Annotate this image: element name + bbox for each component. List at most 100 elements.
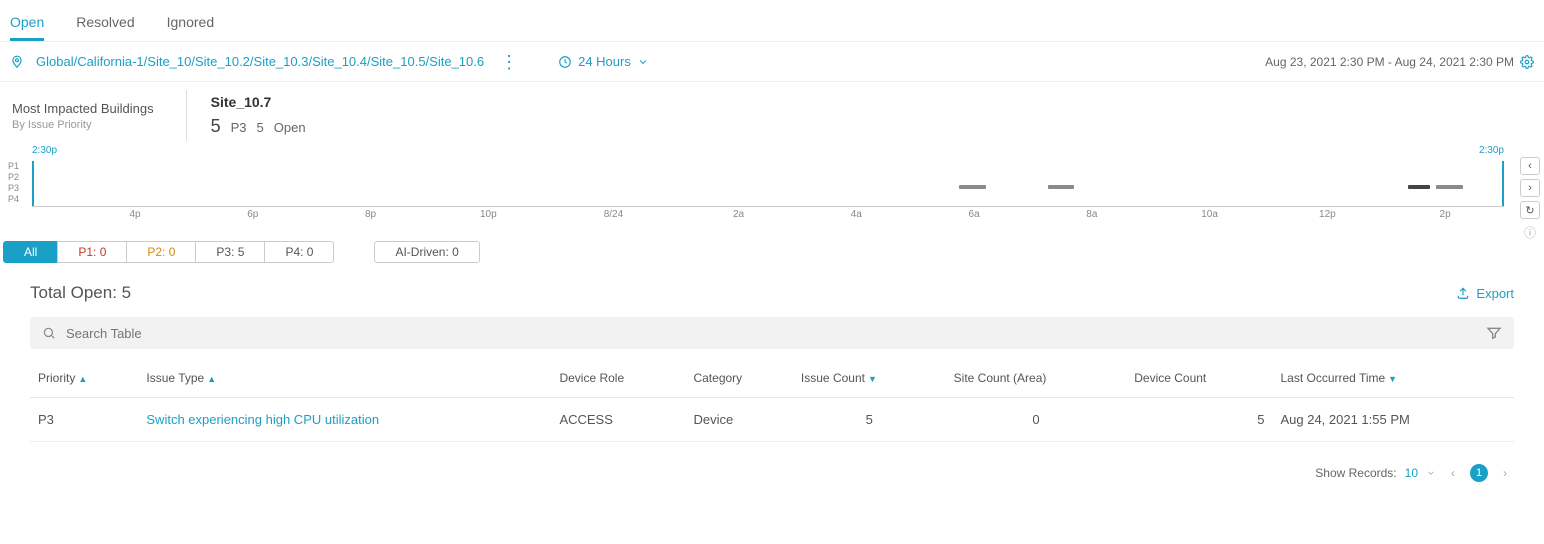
timeline-xtick: 4p (129, 209, 140, 220)
timeline-refresh-button[interactable]: ↻ (1520, 201, 1540, 219)
timeline-xtick: 2a (733, 209, 744, 220)
timeline-start-handle[interactable] (32, 161, 34, 206)
tab-resolved[interactable]: Resolved (76, 8, 134, 41)
cell-device-role: ACCESS (551, 398, 685, 442)
timeline-xtick: 6p (247, 209, 258, 220)
priority-filter-bar: All P1: 0 P2: 0 P3: 5 P4: 0 AI-Driven: 0 (0, 227, 1544, 263)
timeline-prev-button[interactable]: ‹ (1520, 157, 1540, 175)
info-icon[interactable]: ⓘ (1520, 223, 1540, 241)
timeline-event (1408, 185, 1430, 189)
gear-icon[interactable] (1520, 55, 1534, 69)
timeline-end-handle[interactable] (1502, 161, 1504, 206)
page-number-current[interactable]: 1 (1470, 464, 1488, 482)
col-issue-type[interactable]: Issue Type▲ (138, 359, 551, 398)
pagination: Show Records: 10 ‹ 1 › (0, 452, 1544, 502)
sort-asc-icon: ▲ (78, 374, 87, 384)
sort-desc-icon: ▼ (868, 374, 877, 384)
col-last-occurred[interactable]: Last Occurred Time▼ (1272, 359, 1514, 398)
cell-device-count: 5 (1126, 398, 1272, 442)
timeline-next-button[interactable]: › (1520, 179, 1540, 197)
export-button[interactable]: Export (1456, 286, 1514, 301)
col-site-count[interactable]: Site Count (Area) (946, 359, 1127, 398)
issues-table: Priority▲ Issue Type▲ Device Role Catego… (30, 359, 1514, 442)
timeline-xtick: 2p (1440, 209, 1451, 220)
timeline-xtick: 10a (1201, 209, 1218, 220)
timeline-controls: ‹ › ↻ ⓘ (1520, 157, 1540, 241)
filter-p3[interactable]: P3: 5 (195, 241, 265, 263)
site-open-label: Open (274, 120, 306, 135)
location-breadcrumb[interactable]: Global/California-1/Site_10/Site_10.2/Si… (36, 54, 484, 69)
more-vertical-icon[interactable]: ⋮ (496, 57, 522, 67)
timeline-xtick: 8a (1086, 209, 1097, 220)
timeline-xtick: 6a (969, 209, 980, 220)
filter-icon[interactable] (1486, 325, 1502, 341)
table-row[interactable]: P3 Switch experiencing high CPU utilizat… (30, 398, 1514, 442)
timeline-row-p1: P1 (8, 161, 19, 172)
chevron-down-icon (1426, 468, 1436, 478)
location-pin-icon (10, 55, 24, 69)
cell-last-occurred: Aug 24, 2021 1:55 PM (1272, 398, 1514, 442)
col-issue-count[interactable]: Issue Count▼ (793, 359, 946, 398)
site-open-count: 5 (257, 120, 264, 135)
cell-category: Device (685, 398, 792, 442)
page-next-button[interactable]: › (1496, 464, 1514, 482)
filter-all[interactable]: All (3, 241, 58, 263)
timeline-event (959, 185, 985, 189)
timeline-end-label: 2:30p (1479, 145, 1504, 156)
search-bar (30, 317, 1514, 349)
col-device-role[interactable]: Device Role (551, 359, 685, 398)
timeline-row-p4: P4 (8, 194, 19, 205)
page-prev-button[interactable]: ‹ (1444, 464, 1462, 482)
filter-ai-driven[interactable]: AI-Driven: 0 (374, 241, 479, 263)
export-label: Export (1476, 286, 1514, 301)
date-range-text: Aug 23, 2021 2:30 PM - Aug 24, 2021 2:30… (1265, 55, 1514, 69)
filter-p1[interactable]: P1: 0 (57, 241, 127, 263)
timeline-body[interactable]: 2:30p 2:30p P1 P2 P3 P4 (32, 155, 1504, 207)
date-range-display: Aug 23, 2021 2:30 PM - Aug 24, 2021 2:30… (1265, 55, 1534, 69)
time-range-selector[interactable]: 24 Hours (558, 54, 649, 69)
timeline-row-p3: P3 (8, 183, 19, 194)
timeline-event (1048, 185, 1074, 189)
site-name: Site_10.7 (211, 94, 306, 110)
tab-ignored[interactable]: Ignored (167, 8, 214, 41)
timeline-chart: 2:30p 2:30p P1 P2 P3 P4 4p 6p 8p 10p 8/2… (0, 151, 1544, 227)
export-icon (1456, 286, 1470, 300)
summary-row: Most Impacted Buildings By Issue Priorit… (0, 82, 1544, 151)
status-tabs: Open Resolved Ignored (0, 0, 1544, 42)
timeline-xtick: 8/24 (604, 209, 623, 220)
cell-site-count: 0 (946, 398, 1127, 442)
clock-icon (558, 55, 572, 69)
timeline-xtick: 8p (365, 209, 376, 220)
filter-p4[interactable]: P4: 0 (264, 241, 334, 263)
chevron-down-icon (637, 56, 649, 68)
cell-issue-count: 5 (793, 398, 946, 442)
timeline-row-p2: P2 (8, 172, 19, 183)
tab-open[interactable]: Open (10, 8, 44, 41)
col-category[interactable]: Category (685, 359, 792, 398)
show-records-label: Show Records: (1315, 466, 1396, 480)
timeline-xticks: 4p 6p 8p 10p 8/24 2a 4a 6a 8a 10a 12p 2p (32, 209, 1504, 227)
mib-title: Most Impacted Buildings (12, 101, 154, 116)
table-header-row: Priority▲ Issue Type▲ Device Role Catego… (30, 359, 1514, 398)
cell-issue-type[interactable]: Switch experiencing high CPU utilization (138, 398, 551, 442)
timeline-xtick: 12p (1319, 209, 1336, 220)
time-range-label: 24 Hours (578, 54, 631, 69)
search-icon (42, 326, 56, 340)
col-device-count[interactable]: Device Count (1126, 359, 1272, 398)
timeline-row-labels: P1 P2 P3 P4 (8, 161, 19, 205)
filter-p2[interactable]: P2: 0 (126, 241, 196, 263)
timeline-xtick: 10p (480, 209, 497, 220)
site-summary-block: Site_10.7 5 P3 5 Open (186, 90, 314, 141)
cell-priority: P3 (30, 398, 138, 442)
mib-subtitle: By Issue Priority (12, 119, 154, 131)
most-impacted-block: Most Impacted Buildings By Issue Priorit… (4, 97, 162, 135)
top-bar: Global/California-1/Site_10/Site_10.2/Si… (0, 42, 1544, 82)
timeline-event (1436, 185, 1462, 189)
site-priority: P3 (231, 120, 247, 135)
search-input[interactable] (66, 326, 1476, 341)
total-open-label: Total Open: 5 (30, 283, 131, 303)
timeline-xtick: 4a (851, 209, 862, 220)
timeline-start-label: 2:30p (32, 145, 57, 156)
page-size-selector[interactable]: 10 (1405, 466, 1418, 480)
col-priority[interactable]: Priority▲ (30, 359, 138, 398)
